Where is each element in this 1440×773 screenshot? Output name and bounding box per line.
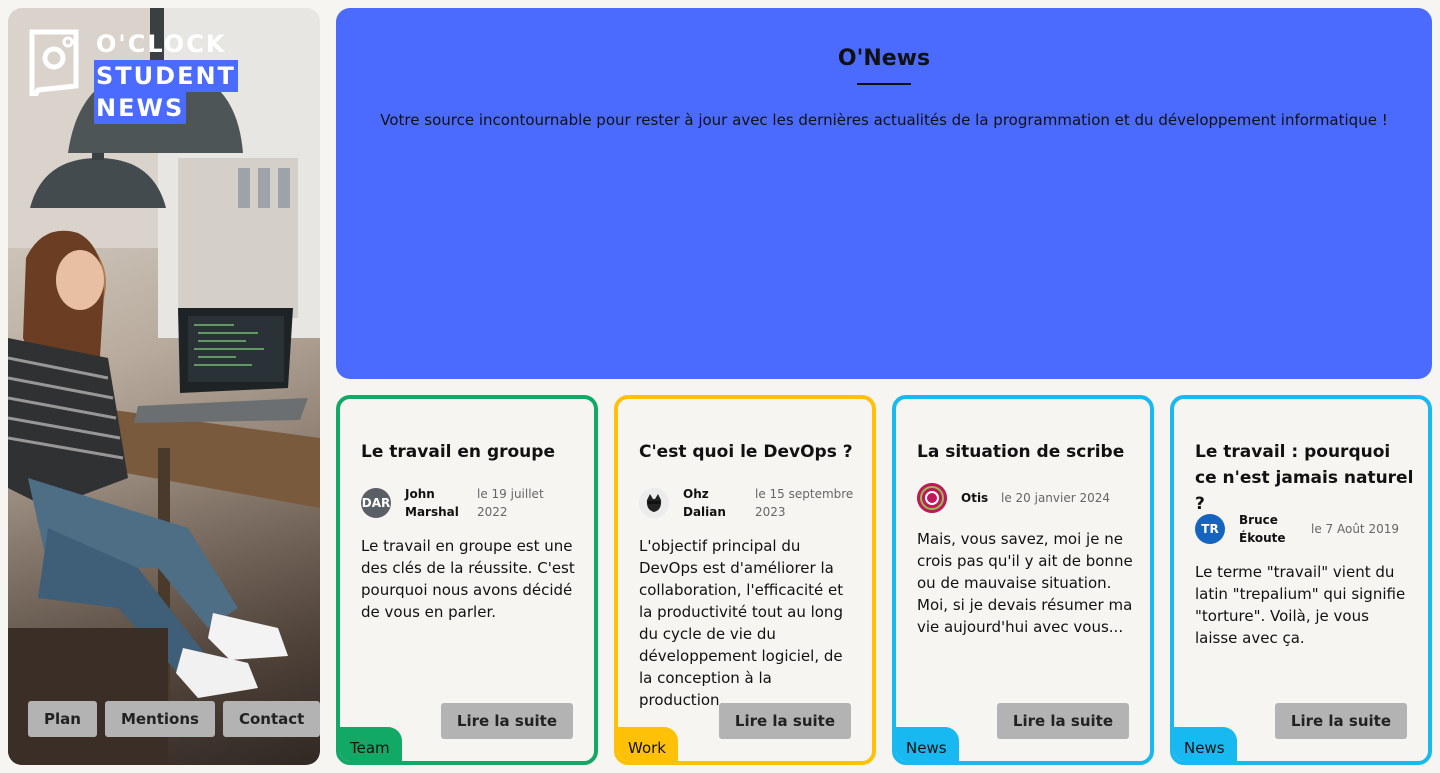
author-avatar: TR [1195, 514, 1225, 544]
article-date: le 15 septembre 2023 [755, 487, 854, 519]
article-author: John Marshal [405, 487, 459, 519]
brand-logo[interactable]: O'CLOCK STUDENT NEWS [28, 28, 238, 124]
footer-nav: Plan Mentions Contact [28, 701, 320, 737]
category-tag: News [1174, 727, 1237, 761]
author-avatar [917, 483, 947, 513]
brand-line-1: O'CLOCK [96, 30, 227, 58]
article-excerpt: Le terme "travail" vient du latin "trepa… [1195, 563, 1406, 647]
article-meta: TR Bruce Ékoute le 7 Août 2019 [1195, 511, 1411, 547]
hero-banner: O'News Votre source incontournable pour … [336, 8, 1432, 379]
author-avatar: DAR [361, 488, 391, 518]
article-meta: Ohz Dalian le 15 septembre 2023 [639, 485, 855, 521]
article-excerpt: Mais, vous savez, moi je ne crois pas qu… [917, 530, 1133, 636]
read-more-button[interactable]: Lire la suite [996, 703, 1129, 739]
article-card: Le travail en groupe DAR John Marshal le… [336, 395, 598, 765]
nav-plan-button[interactable]: Plan [28, 701, 97, 737]
page-subtitle: Votre source incontournable pour rester … [380, 111, 1388, 129]
category-tag: News [896, 727, 959, 761]
article-excerpt: L'objectif principal du DevOps est d'amé… [639, 537, 844, 709]
category-tag: Work [618, 727, 678, 761]
article-title[interactable]: Le travail : pourquoi ce n'est jamais na… [1195, 439, 1415, 517]
author-avatar [639, 488, 669, 518]
nav-contact-button[interactable]: Contact [222, 701, 320, 737]
cat-avatar-icon [639, 488, 669, 518]
article-title[interactable]: Le travail en groupe [361, 439, 581, 465]
article-card: Le travail : pourquoi ce n'est jamais na… [1170, 395, 1432, 765]
article-author: Bruce Ékoute [1239, 513, 1286, 545]
article-card: La situation de scribe Otis le 20 janvie… [892, 395, 1154, 765]
sidebar: O'CLOCK STUDENT NEWS Plan Mentions Conta… [8, 8, 320, 765]
spiral-avatar-icon [917, 483, 947, 513]
article-author: Otis [961, 491, 989, 505]
article-meta: Otis le 20 janvier 2024 [917, 483, 1121, 513]
brand-line-2: STUDENT [94, 60, 238, 92]
article-excerpt: Le travail en groupe est une des clés de… [361, 537, 575, 621]
category-tag: Team [340, 727, 402, 761]
article-author: Ohz Dalian [683, 487, 726, 519]
clock-logo-icon [28, 28, 80, 97]
article-title[interactable]: C'est quoi le DevOps ? [639, 439, 859, 465]
article-date: le 20 janvier 2024 [1001, 491, 1111, 505]
read-more-button[interactable]: Lire la suite [440, 703, 573, 739]
article-meta: DAR John Marshal le 19 juillet 2022 [361, 485, 577, 521]
read-more-button[interactable]: Lire la suite [1274, 703, 1407, 739]
article-title[interactable]: La situation de scribe [917, 439, 1137, 465]
article-date: le 19 juillet 2022 [477, 487, 544, 519]
page-title: O'News [838, 46, 930, 85]
nav-mentions-button[interactable]: Mentions [104, 701, 215, 737]
brand-line-3: NEWS [94, 92, 187, 124]
article-date: le 7 Août 2019 [1311, 522, 1399, 536]
read-more-button[interactable]: Lire la suite [718, 703, 851, 739]
article-card: C'est quoi le DevOps ? Ohz Dalian le 15 … [614, 395, 876, 765]
